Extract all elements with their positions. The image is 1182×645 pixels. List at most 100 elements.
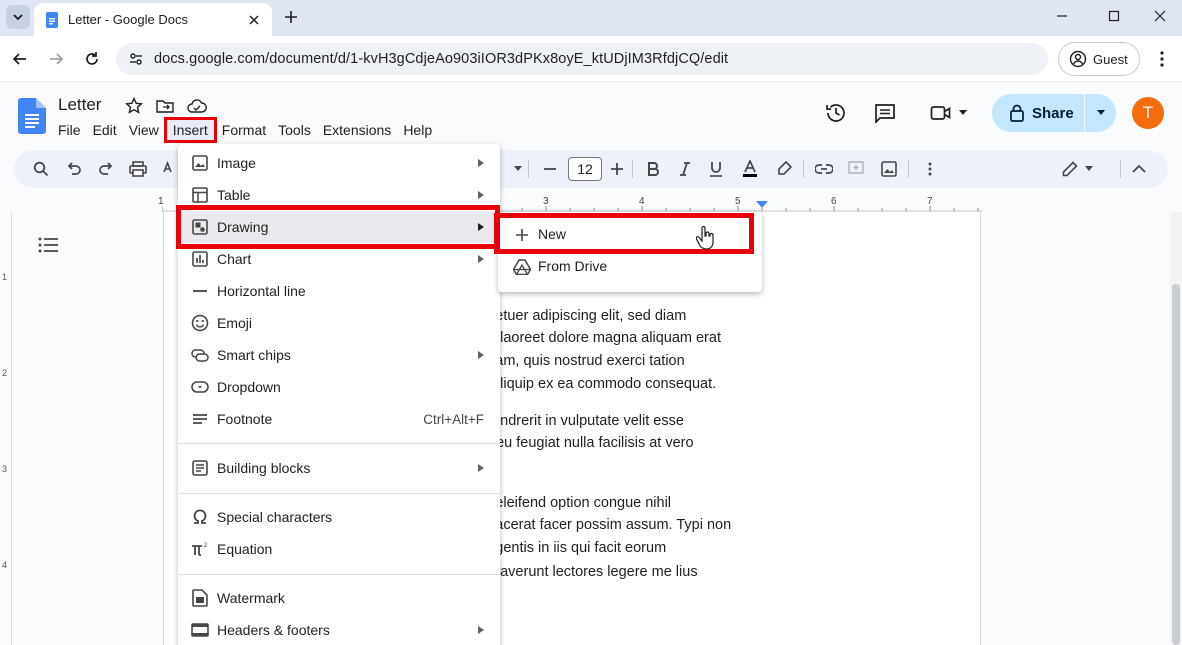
search-menus-icon[interactable] [31,159,51,179]
menu-file[interactable]: File [52,120,87,140]
docs-logo-icon[interactable] [18,98,46,134]
back-arrow-icon[interactable] [8,47,32,71]
scrollbar-thumb[interactable] [1172,284,1180,645]
insert-menu-item-watermark[interactable]: Watermark [178,582,500,614]
account-avatar[interactable]: T [1132,97,1164,129]
highlight-color-icon[interactable] [774,159,794,179]
body-text-line: legentis in iis qui facit eorum [484,540,667,556]
italic-icon[interactable] [675,159,695,179]
reload-icon[interactable] [80,47,104,71]
share-main-button[interactable]: Share [992,94,1084,132]
browser-tab-bar: Letter - Google Docs [0,0,1182,36]
font-size-dropdown-icon[interactable] [508,159,528,179]
submenu-arrow-icon [476,158,486,168]
menu-extensions[interactable]: Extensions [317,120,397,140]
cloud-saved-icon[interactable] [187,96,207,116]
insert-menu-item-emoji[interactable]: Emoji [178,307,500,339]
menu-format[interactable]: Format [216,120,272,140]
address-bar: docs.google.com/document/d/1-kvH3gCdjeAo… [0,36,1182,82]
headers-footers-icon [190,620,210,640]
text-color-icon[interactable] [740,159,760,179]
insert-menu-item-building-blocks[interactable]: Building blocks [178,452,500,484]
version-history-icon[interactable] [823,100,849,126]
ruler-number: 6 [831,196,837,207]
menu-item-label: Drawing [217,219,269,235]
forward-arrow-icon[interactable] [44,47,68,71]
insert-menu-item-footnote[interactable]: Footnote Ctrl+Alt+F [178,403,500,435]
insert-link-icon[interactable] [814,159,834,179]
url-omnibox[interactable]: docs.google.com/document/d/1-kvH3gCdjeAo… [116,43,1048,75]
document-title[interactable]: Letter [58,95,101,115]
site-info-icon[interactable] [126,49,146,69]
emoji-icon [190,313,210,333]
menu-divider [178,493,500,494]
guest-label: Guest [1093,51,1128,67]
more-options-icon[interactable] [920,159,940,179]
undo-icon[interactable] [64,159,84,179]
meet-video-button[interactable] [926,100,972,126]
share-options-button[interactable] [1085,110,1116,116]
pi-icon: 2 [190,539,210,559]
insert-menu-item-dropdown[interactable]: Dropdown [178,371,500,403]
new-tab-icon[interactable] [280,6,302,28]
increase-font-size-icon[interactable] [607,159,627,179]
close-tab-icon[interactable] [244,10,264,30]
submenu-arrow-icon [476,625,486,635]
toolbar-divider [908,160,909,178]
comments-icon[interactable] [872,100,898,126]
hand-cursor-icon [696,226,714,250]
underline-icon[interactable] [706,159,726,179]
print-icon[interactable] [128,159,148,179]
redo-icon[interactable] [96,159,116,179]
bold-icon[interactable] [643,159,663,179]
document-outline-icon[interactable] [36,234,60,256]
drawing-submenu-item-from-drive[interactable]: From Drive [498,251,762,283]
table-icon [190,185,210,205]
menu-insert[interactable]: Insert [163,117,217,143]
insert-menu-item-equation[interactable]: 2 Equation [178,533,500,565]
menu-tools[interactable]: Tools [272,120,317,140]
chart-icon [190,249,210,269]
maximize-icon[interactable] [1100,4,1128,28]
add-comment-icon[interactable] [846,159,866,179]
menu-help[interactable]: Help [397,120,438,140]
insert-menu-item-smart-chips[interactable]: Smart chips [178,339,500,371]
watermark-icon [190,588,210,608]
person-icon [1069,50,1087,68]
font-size-input[interactable]: 12 [568,157,602,181]
browser-menu-icon[interactable] [1152,48,1172,70]
insert-menu-item-special-characters[interactable]: Special characters [178,501,500,533]
editing-mode-button[interactable] [1058,159,1098,179]
insert-menu-item-drawing[interactable]: Drawing [178,211,500,243]
insert-menu-item-horizontal-line[interactable]: Horizontal line [178,275,500,307]
star-icon[interactable] [124,96,144,116]
image-icon [190,153,210,173]
minimize-icon[interactable] [1048,4,1076,28]
caret-down-icon [959,110,967,115]
dropdown-icon [190,377,210,397]
insert-menu-item-headers-footers[interactable]: Headers & footers [178,614,500,645]
menu-edit[interactable]: Edit [87,120,123,140]
insert-menu-item-image[interactable]: Image [178,147,500,179]
move-folder-icon[interactable] [155,96,175,116]
share-button[interactable]: Share [992,94,1116,132]
right-indent-marker[interactable] [756,201,768,208]
menu-divider [178,574,500,575]
menu-item-label: Special characters [217,509,333,525]
insert-menu-item-chart[interactable]: Chart [178,243,500,275]
browser-tab[interactable]: Letter - Google Docs [34,3,272,36]
insert-menu-item-table[interactable]: Table [178,179,500,211]
vertical-ruler[interactable]: 1 2 3 4 [0,212,12,645]
decrease-font-size-icon[interactable] [540,159,560,179]
spellcheck-icon[interactable] [160,159,180,179]
hide-menus-chevron-up-icon[interactable] [1129,159,1149,179]
tab-search-button[interactable] [6,5,30,29]
drawing-submenu-item-new[interactable]: New [498,219,762,251]
insert-image-icon[interactable] [879,159,899,179]
menu-view[interactable]: View [123,120,165,140]
submenu-arrow-icon [476,350,486,360]
guest-profile-button[interactable]: Guest [1058,42,1140,76]
menu-item-label: Emoji [217,315,253,331]
close-window-icon[interactable] [1146,4,1174,28]
ruler-number: 3 [543,196,549,207]
